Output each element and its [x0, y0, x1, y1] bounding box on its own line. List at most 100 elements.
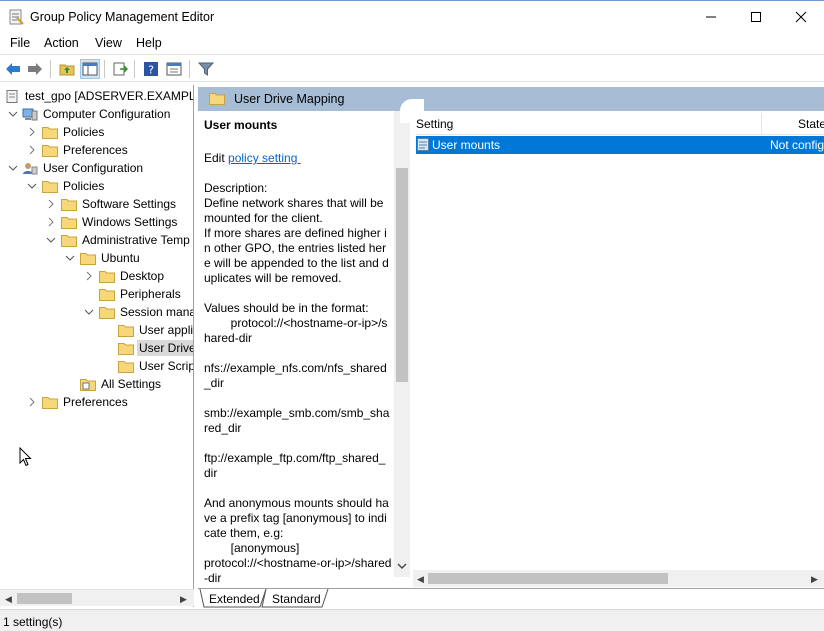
tree-node-ubuntu[interactable]: Ubuntu — [80, 249, 142, 267]
tree-node-desktop[interactable]: Desktop — [99, 267, 166, 285]
menu-help[interactable]: Help — [136, 36, 162, 50]
tree-node-cc-preferences[interactable]: Preferences — [42, 141, 130, 159]
folder-icon — [42, 144, 58, 157]
tree-node-administrative-templates[interactable]: Administrative Temp — [61, 231, 192, 249]
minimize-button[interactable] — [688, 1, 734, 32]
tree-label: Computer Configuration — [43, 107, 171, 121]
tree-node-uc-policies[interactable]: Policies — [42, 177, 106, 195]
back-button[interactable] — [3, 59, 23, 79]
tree-node-software-settings[interactable]: Software Settings — [61, 195, 178, 213]
export-list-button[interactable] — [110, 59, 130, 79]
tree-node-session-management[interactable]: Session mana — [99, 303, 193, 321]
tree-label: Software Settings — [82, 197, 177, 211]
chevron-down-icon[interactable] — [8, 109, 18, 119]
toolbar: ? — [0, 54, 824, 82]
menu-action[interactable]: Action — [44, 36, 79, 50]
forward-arrow-icon — [28, 63, 42, 75]
all-settings-icon — [80, 378, 96, 391]
tree-node-computer-configuration[interactable]: Computer Configuration — [22, 105, 172, 123]
user-icon — [23, 162, 38, 174]
folder-icon — [209, 93, 225, 105]
chevron-down-icon[interactable] — [27, 181, 37, 191]
help-icon: ? — [144, 62, 158, 77]
table-row[interactable]: User mounts Not config — [416, 136, 824, 154]
extended-description-pane: User mounts Edit policy setting Descript… — [198, 111, 410, 588]
properties-button[interactable] — [164, 59, 184, 79]
scroll-right-icon[interactable]: ▶ — [811, 574, 818, 585]
list-horizontal-scrollbar[interactable]: ◀ ▶ — [413, 570, 824, 587]
scroll-right-icon[interactable]: ▶ — [180, 594, 187, 605]
close-button[interactable] — [778, 1, 824, 32]
filter-icon — [198, 62, 214, 76]
tree-node-peripherals[interactable]: Peripherals — [99, 285, 183, 303]
folder-icon — [42, 126, 58, 139]
tree-horizontal-scrollbar[interactable]: ◀ ▶ — [0, 589, 194, 606]
svg-text:?: ? — [148, 64, 154, 77]
filter-button[interactable] — [196, 59, 216, 79]
tab-standard[interactable]: Standard — [272, 589, 321, 608]
toolbar-separator — [50, 60, 51, 78]
maximize-button[interactable] — [733, 1, 779, 32]
menu-view[interactable]: View — [95, 36, 122, 50]
tree-node-user-configuration[interactable]: User Configuration — [22, 159, 145, 177]
chevron-right-icon[interactable] — [27, 145, 37, 155]
tree-node-user-applications[interactable]: User appli — [118, 321, 194, 339]
tree-node-uc-preferences[interactable]: Preferences — [42, 393, 130, 411]
tree-label: User Configuration — [43, 161, 144, 175]
folder-icon — [99, 306, 115, 319]
export-list-icon — [113, 62, 128, 76]
tree-label: User appli — [139, 323, 194, 337]
tree-node-cc-policies[interactable]: Policies — [42, 123, 106, 141]
console-tree-icon — [82, 62, 98, 76]
show-hide-tree-button[interactable] — [80, 59, 100, 79]
row-state: Not config — [770, 138, 824, 152]
column-header-state[interactable]: State — [762, 113, 824, 135]
chevron-down-icon[interactable] — [65, 253, 75, 263]
back-arrow-icon — [6, 63, 20, 75]
tree-node-windows-settings[interactable]: Windows Settings — [61, 213, 179, 231]
tree-node-user-scripts[interactable]: User Scrip — [118, 357, 194, 375]
close-icon — [795, 11, 807, 22]
chevron-down-icon[interactable] — [8, 163, 18, 173]
maximize-icon — [751, 11, 761, 22]
up-one-level-button[interactable] — [57, 59, 77, 79]
scrollbar-thumb[interactable] — [396, 168, 408, 382]
scroll-down-icon[interactable] — [397, 562, 407, 570]
chevron-right-icon[interactable] — [84, 271, 94, 281]
tree-node-user-drive-mapping[interactable]: User Drive — [118, 339, 193, 357]
chevron-down-icon[interactable] — [46, 235, 56, 245]
menu-file[interactable]: File — [10, 36, 30, 50]
column-header-setting[interactable]: Setting — [416, 113, 761, 135]
tree-node-all-settings[interactable]: All Settings — [80, 375, 163, 393]
chevron-right-icon[interactable] — [46, 217, 56, 227]
scrollbar-thumb[interactable] — [428, 573, 668, 584]
tree-label: All Settings — [101, 377, 162, 391]
toolbar-separator — [104, 60, 105, 78]
tree-label: Windows Settings — [82, 215, 178, 229]
scroll-left-icon[interactable]: ◀ — [417, 574, 424, 585]
gpo-editor-icon — [9, 9, 24, 25]
folder-icon — [80, 252, 96, 265]
settings-list: Setting State User mounts Not config — [400, 99, 824, 588]
tree-label: Peripherals — [120, 287, 181, 301]
scroll-left-icon[interactable]: ◀ — [5, 594, 12, 605]
scrollbar-thumb[interactable] — [17, 593, 72, 604]
chevron-right-icon[interactable] — [46, 199, 56, 209]
description-vertical-scrollbar[interactable] — [394, 111, 410, 577]
properties-icon — [166, 62, 182, 76]
folder-icon — [61, 216, 77, 229]
help-button[interactable]: ? — [141, 59, 161, 79]
tree-node-root[interactable]: test_gpo [ADSERVER.EXAMPLE.C — [4, 87, 193, 105]
chevron-down-icon[interactable] — [84, 307, 94, 317]
chevron-right-icon[interactable] — [27, 127, 37, 137]
title-bar: Group Policy Management Editor — [0, 0, 824, 32]
toolbar-separator — [134, 60, 135, 78]
folder-icon — [42, 396, 58, 409]
chevron-right-icon[interactable] — [27, 397, 37, 407]
edit-policy-setting-link[interactable]: policy setting — [228, 151, 301, 165]
details-header-title: User Drive Mapping — [234, 92, 345, 106]
tab-extended[interactable]: Extended — [209, 589, 260, 608]
tree-label: Ubuntu — [101, 251, 140, 265]
tree-label: User Scrip — [139, 359, 194, 373]
forward-button[interactable] — [25, 59, 45, 79]
